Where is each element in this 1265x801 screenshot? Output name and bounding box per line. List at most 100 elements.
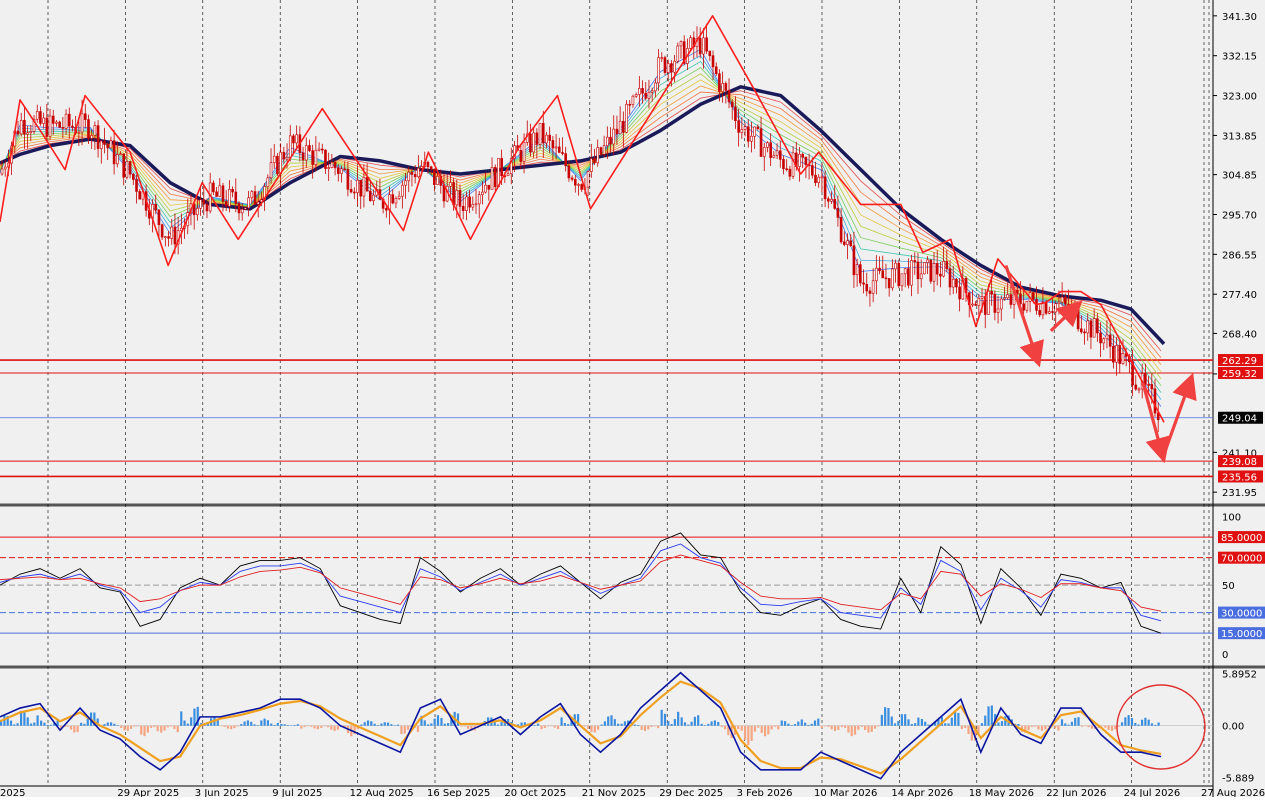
candle-body — [458, 190, 462, 207]
price-y-tick-label: 268.40 — [1222, 329, 1257, 340]
macd-histogram-bar — [617, 723, 620, 726]
macd-histogram-bar — [240, 724, 243, 726]
candle-body — [19, 119, 23, 135]
macd-histogram-bar — [40, 720, 43, 726]
candle-body — [881, 270, 885, 279]
candle-body — [698, 38, 702, 55]
macd-histogram-bar — [1137, 724, 1140, 726]
candle-body — [58, 121, 61, 128]
macd-histogram-bar — [286, 725, 290, 726]
macd-histogram-bar — [533, 725, 536, 726]
macd-histogram-bar — [593, 725, 596, 733]
candle-body — [791, 152, 795, 177]
macd-histogram-bar — [917, 717, 920, 726]
candle-body — [122, 153, 126, 178]
candle-body — [612, 128, 616, 145]
candle-body — [801, 153, 804, 158]
oscillator-level-label: 15.0000 — [1221, 629, 1262, 640]
x-tick-label: 3 Feb 2026 — [737, 788, 793, 797]
candle-body — [804, 156, 808, 165]
macd-histogram-bar — [160, 725, 163, 733]
macd-histogram-bar — [984, 715, 987, 726]
candle-body — [762, 147, 766, 157]
macd-histogram-bar — [680, 717, 683, 726]
candle-body — [484, 184, 487, 193]
macd-histogram-bar — [180, 711, 183, 726]
candle-body — [282, 151, 286, 160]
candle-body — [660, 57, 664, 59]
macd-histogram-bar — [120, 725, 123, 728]
macd-histogram-bar — [16, 723, 19, 726]
macd-histogram-bar — [330, 725, 333, 730]
candle-body — [304, 145, 308, 161]
candle-body — [846, 240, 849, 245]
macd-histogram-bar — [567, 724, 570, 726]
macd-histogram-bar — [130, 725, 133, 729]
candle-body — [541, 123, 545, 144]
macd-histogram-bar — [1120, 722, 1124, 726]
macd-histogram-bar — [837, 725, 840, 731]
macd-histogram-bar — [263, 718, 266, 726]
macd-histogram-bar — [496, 724, 500, 726]
macd-histogram-bar — [86, 718, 89, 726]
candle-body — [1044, 301, 1048, 314]
candle-body — [481, 191, 484, 195]
macd-histogram-bar — [780, 720, 783, 726]
macd-histogram-bar — [66, 725, 69, 727]
candle-body — [724, 83, 728, 91]
candle-body — [628, 103, 632, 106]
macd-histogram-bar — [800, 719, 803, 726]
candle-body — [320, 148, 324, 151]
candle-body — [474, 203, 478, 206]
candle-body — [77, 131, 81, 134]
candle-body — [228, 188, 231, 207]
candle-body — [638, 88, 641, 95]
candle-body — [1115, 345, 1118, 363]
candle-body — [884, 277, 888, 280]
macd-histogram-bar — [220, 725, 223, 727]
macd-histogram-bar — [109, 722, 113, 726]
candle-body — [859, 264, 862, 284]
macd-histogram-bar — [703, 725, 707, 726]
candle-body — [407, 171, 411, 182]
macd-histogram-bar — [466, 725, 470, 729]
macd-histogram-bar — [1124, 717, 1127, 726]
candle-body — [843, 241, 846, 245]
macd-histogram-bar — [870, 725, 873, 732]
candle-body — [116, 154, 119, 165]
macd-histogram-bar — [904, 714, 907, 726]
candle-body — [714, 66, 718, 75]
candle-body — [935, 263, 939, 275]
candle-body — [1144, 373, 1147, 385]
macd-histogram-bar — [720, 725, 723, 727]
candle-body — [532, 132, 535, 153]
candle-body — [673, 60, 676, 73]
candle-body — [67, 113, 71, 127]
x-tick-label: 29 Apr 2025 — [117, 788, 179, 797]
macd-histogram-bar — [440, 717, 443, 726]
candle-body — [679, 41, 683, 47]
macd-histogram-bar — [910, 724, 913, 726]
candle-body — [119, 153, 122, 156]
candle-body — [308, 145, 311, 151]
macd-histogram-bar — [847, 725, 850, 733]
candle-body — [413, 174, 417, 178]
macd-histogram-bar — [830, 725, 833, 730]
candle-body — [746, 126, 750, 142]
oscillator-level-label: 70.0000 — [1221, 554, 1262, 565]
candle-body — [852, 245, 856, 276]
candle-body — [599, 147, 603, 155]
macd-histogram-bar — [113, 723, 116, 726]
candle-body — [346, 168, 350, 190]
macd-histogram-bar — [260, 720, 263, 726]
macd-histogram-bar — [783, 721, 787, 726]
candle-body — [240, 208, 244, 214]
macd-histogram-bar — [797, 721, 800, 726]
macd-histogram-bar — [1037, 725, 1040, 730]
candle-body — [548, 134, 551, 141]
candle-body — [590, 158, 593, 172]
macd-histogram-bar — [323, 725, 326, 727]
candle-body — [1054, 303, 1058, 313]
macd-histogram-bar — [713, 720, 717, 726]
macd-histogram-bar — [150, 725, 153, 728]
